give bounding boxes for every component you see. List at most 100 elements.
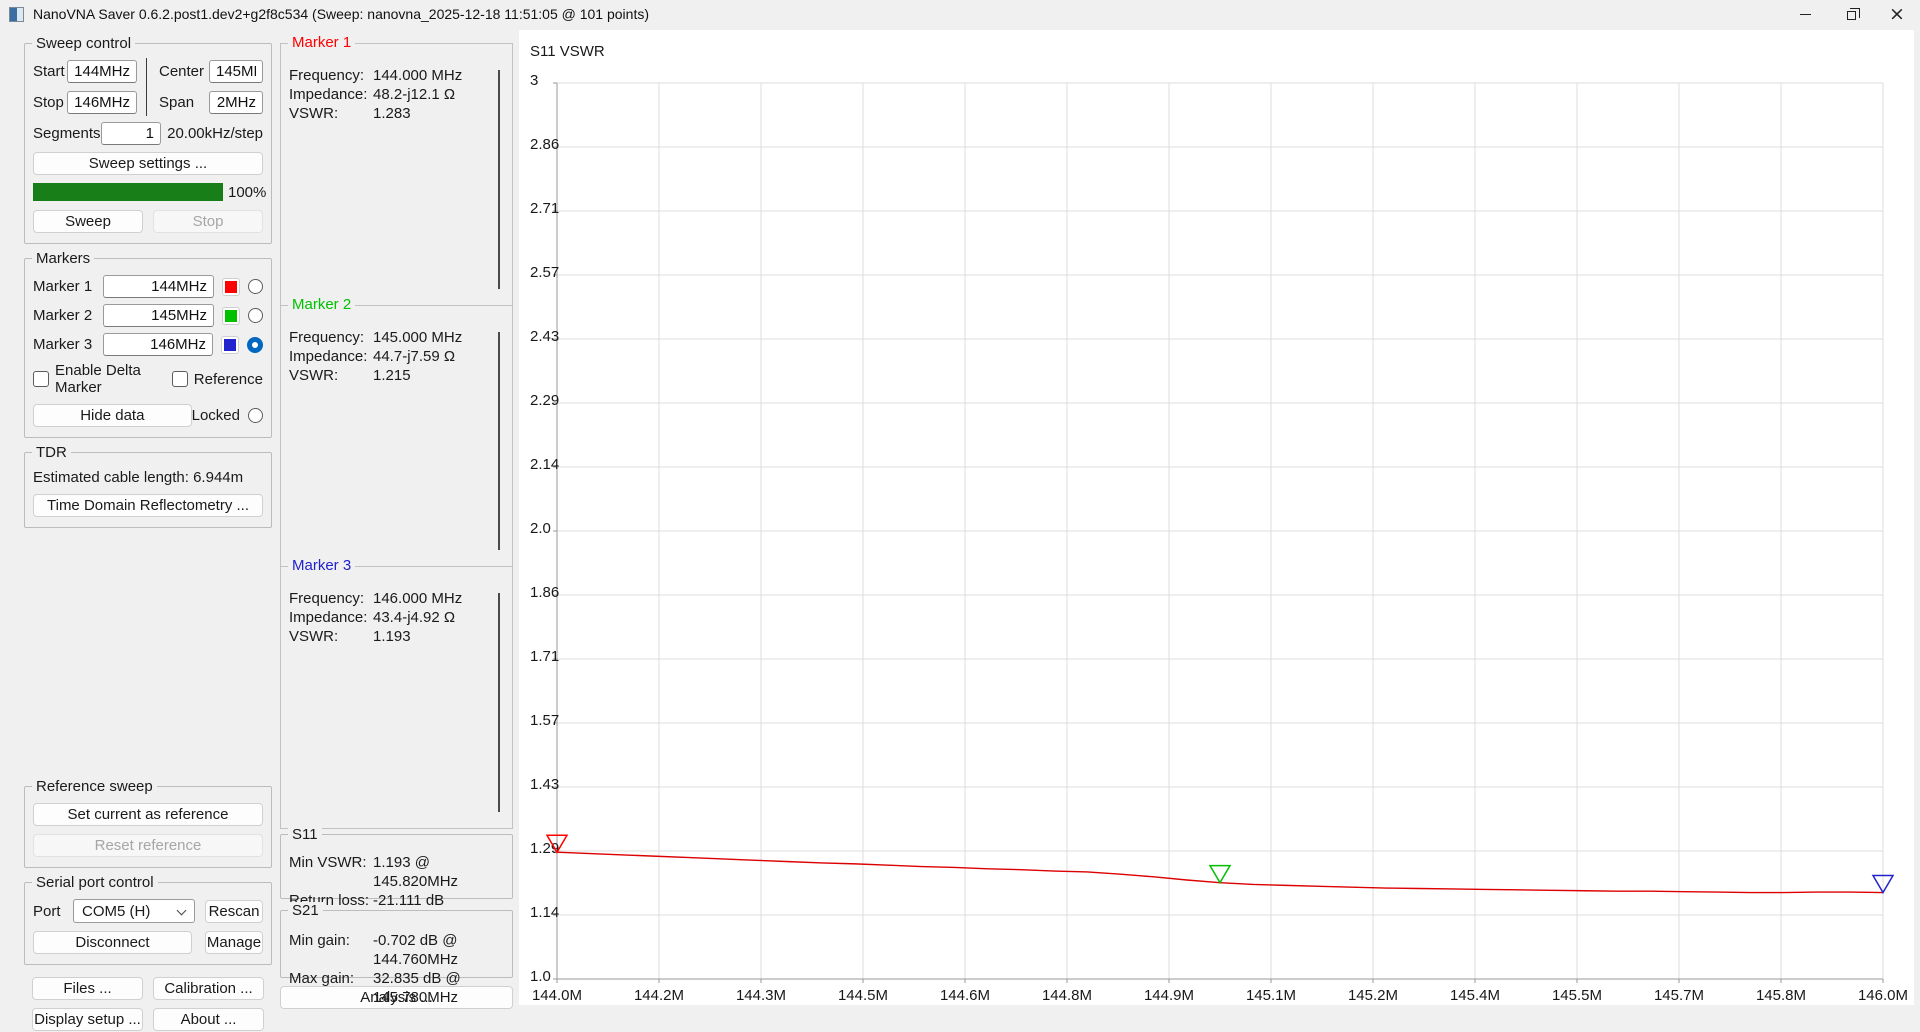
marker3-scrollbar[interactable]: [498, 593, 500, 813]
port-label: Port: [33, 902, 61, 920]
span-input[interactable]: [209, 91, 263, 114]
title-bar: NanoVNA Saver 0.6.2.post1.dev2+g2f8c534 …: [0, 0, 1920, 28]
cable-length-text: Estimated cable length: 6.944m: [33, 469, 244, 486]
y-axis-tick-label: 3: [530, 72, 538, 89]
frequency-label: Frequency:: [289, 590, 365, 608]
min-gain-value: -0.702 dB @ 144.760MHz: [373, 932, 459, 968]
close-button[interactable]: ×: [1874, 0, 1920, 28]
sweep-settings-button[interactable]: Sweep settings ...: [33, 152, 263, 175]
step-size-text: 20.00kHz/step: [167, 125, 263, 142]
center-input[interactable]: [209, 60, 263, 83]
marker1-color-swatch: [225, 280, 237, 293]
stop-button: Stop: [153, 210, 263, 233]
y-axis-tick-label: 2.14: [530, 456, 559, 473]
marker2-label: Marker 2: [33, 307, 93, 324]
start-input[interactable]: [67, 60, 137, 83]
hide-data-button[interactable]: Hide data: [33, 404, 192, 427]
marker2-color-swatch: [225, 309, 237, 322]
y-axis-tick-label: 2.86: [530, 136, 559, 153]
marker2-scrollbar[interactable]: [498, 331, 500, 551]
reference-label[interactable]: Reference: [194, 371, 263, 388]
sweep-button[interactable]: Sweep: [33, 210, 143, 233]
min-vswr-label: Min VSWR:: [289, 854, 367, 871]
files-button[interactable]: Files ...: [32, 977, 143, 1000]
marker3-radio[interactable]: [247, 336, 263, 353]
minimize-button[interactable]: [1782, 0, 1828, 28]
frequency-value: 144.000 MHz: [373, 67, 463, 84]
marker3-color-button[interactable]: [221, 335, 239, 354]
marker2-triangle-icon[interactable]: [1208, 864, 1232, 885]
frequency-value: 146.000 MHz: [373, 590, 463, 608]
marker1-label: Marker 1: [33, 278, 93, 295]
max-gain-value: 32.835 dB @ 145.780MHz: [373, 970, 461, 1006]
x-axis-tick-label: 144.2M: [634, 987, 684, 1004]
impedance-value: 43.4-j4.92 Ω: [373, 609, 456, 627]
stop-label: Stop: [33, 94, 64, 111]
rescan-button[interactable]: Rescan: [205, 899, 263, 923]
vswr-label: VSWR:: [289, 628, 339, 646]
marker2-freq-input[interactable]: [103, 304, 214, 327]
disconnect-button[interactable]: Disconnect: [33, 931, 192, 954]
tdr-button[interactable]: Time Domain Reflectometry ...: [33, 494, 263, 517]
s21-group: S21 Min gain: -0.702 dB @ 144.760MHz Max…: [280, 902, 513, 1006]
return-loss-value: -21.111 dB: [373, 892, 445, 909]
marker2-radio[interactable]: [248, 308, 263, 323]
port-select[interactable]: COM5 (H): [73, 899, 195, 923]
impedance-label: Impedance:: [289, 609, 368, 627]
marker1-scrollbar[interactable]: [498, 70, 500, 289]
port-value: COM5 (H): [82, 902, 151, 920]
segments-input[interactable]: [101, 122, 161, 145]
marker3-label: Marker 3: [33, 336, 93, 353]
center-label: Center: [159, 63, 205, 80]
x-axis-tick-label: 146.0M: [1858, 987, 1908, 1004]
impedance-value: 48.2-j12.1 Ω: [373, 86, 456, 103]
calibration-button[interactable]: Calibration ...: [153, 977, 264, 1000]
marker3-freq-input[interactable]: [103, 333, 213, 356]
y-axis-tick-label: 1.0: [530, 968, 551, 985]
manage-button[interactable]: Manage: [205, 931, 263, 954]
stop-input[interactable]: [67, 91, 137, 114]
serial-port-group: Serial port control Port COM5 (H) Rescan…: [24, 874, 272, 965]
span-label: Span: [159, 94, 195, 111]
x-axis-tick-label: 144.3M: [736, 987, 786, 1004]
impedance-label: Impedance:: [289, 347, 368, 365]
marker2-color-button[interactable]: [222, 306, 240, 325]
frequency-label: Frequency:: [289, 328, 365, 346]
locked-radio[interactable]: [248, 408, 263, 423]
display-setup-button[interactable]: Display setup ...: [32, 1008, 143, 1031]
vswr-chart-panel[interactable]: 3 2.86 2.71 2.57 2.43 2.29 2.14 2.0 1.86 1.71 1.57…: [519, 30, 1914, 1005]
locked-label[interactable]: Locked: [192, 407, 248, 424]
reference-checkbox[interactable]: [171, 371, 188, 387]
marker1-radio[interactable]: [248, 279, 263, 294]
marker3-section-title: Marker 3: [288, 557, 356, 575]
left-sidebar: Sweep control Start Center Stop Span Seg…: [24, 35, 272, 1031]
marker1-color-button[interactable]: [222, 277, 240, 296]
marker1-section-title: Marker 1: [288, 34, 356, 51]
vswr-chart[interactable]: 3 2.86 2.71 2.57 2.43 2.29 2.14 2.0 1.86 1.71 1.57…: [519, 30, 1914, 1005]
y-axis-tick-label: 1.14: [530, 904, 559, 921]
vswr-value: 1.215: [373, 366, 411, 384]
restore-button[interactable]: [1828, 0, 1874, 28]
app-icon: [9, 6, 24, 22]
x-axis-tick-label: 145.8M: [1756, 987, 1806, 1004]
marker-detail-column: Marker 1 Frequency: 144.000 MHz Impedanc…: [280, 34, 513, 1009]
enable-delta-marker-label[interactable]: Enable Delta Marker: [55, 362, 172, 396]
max-gain-label: Max gain:: [289, 970, 355, 987]
serial-port-title: Serial port control: [32, 874, 158, 891]
enable-delta-marker-checkbox[interactable]: [33, 371, 49, 387]
restore-icon: [1846, 7, 1860, 20]
y-axis-tick-label: 2.71: [530, 200, 559, 217]
marker2-section-title: Marker 2: [288, 295, 356, 313]
set-reference-button[interactable]: Set current as reference: [33, 803, 263, 826]
marker1-freq-input[interactable]: [103, 275, 214, 298]
sweep-progress-bar: [33, 183, 223, 201]
min-gain-label: Min gain:: [289, 932, 350, 949]
x-axis-tick-label: 144.6M: [940, 987, 990, 1004]
tdr-title: TDR: [32, 444, 71, 461]
y-axis-tick-label: 1.43: [530, 776, 559, 793]
sweep-control-group: Sweep control Start Center Stop Span Seg…: [24, 35, 272, 244]
marker-detail-panel: Marker 1 Frequency: 144.000 MHz Impedanc…: [280, 34, 513, 829]
window-title: NanoVNA Saver 0.6.2.post1.dev2+g2f8c534 …: [33, 6, 649, 22]
about-button[interactable]: About ...: [153, 1008, 264, 1031]
